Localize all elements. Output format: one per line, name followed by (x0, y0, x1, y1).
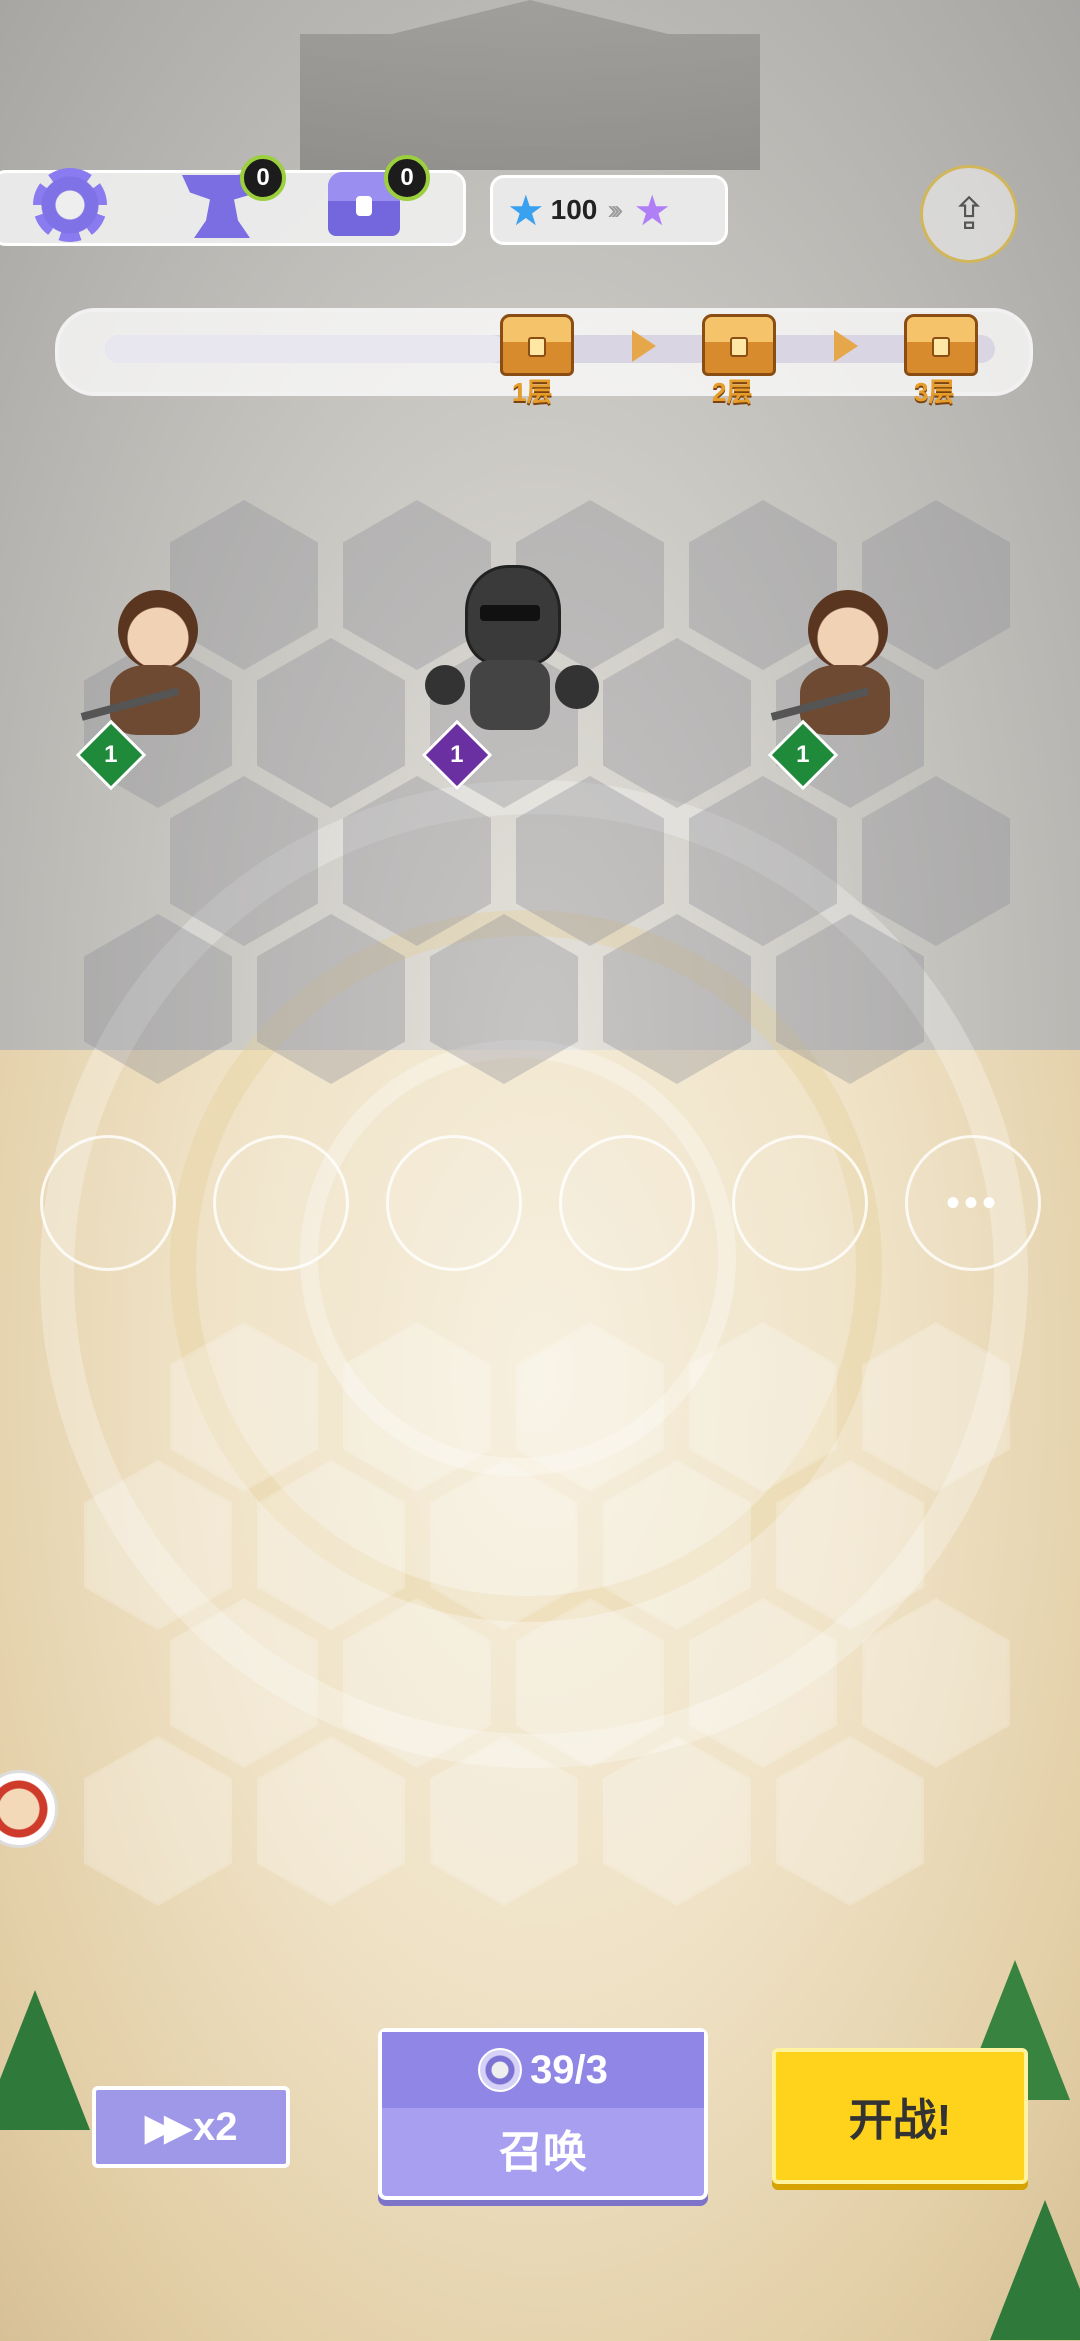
share-icon: ⇪ (950, 189, 988, 239)
enemy-archer-right[interactable] (770, 580, 920, 750)
speed-toggle-button[interactable]: ▶▶ x2 (92, 2086, 290, 2168)
stage-reward-chest[interactable] (500, 314, 574, 376)
stage-reward-chest[interactable] (702, 314, 776, 376)
enemy-archer-left[interactable] (80, 580, 230, 750)
knight-body (470, 660, 550, 730)
summon-button[interactable]: 39/3 召唤 (378, 2028, 708, 2200)
knight-visor (480, 605, 540, 621)
summon-cost-row: 39/3 (382, 2032, 704, 2108)
start-battle-label: 开战! (848, 2096, 952, 2145)
gauntlet-icon (425, 665, 465, 705)
settings-button[interactable] (33, 168, 107, 242)
bench-more-button[interactable]: ••• (905, 1135, 1041, 1271)
stage-label: 2层 (712, 377, 753, 407)
summon-coin-icon (478, 2048, 523, 2092)
archer-head (808, 590, 888, 670)
gear-icon (33, 168, 107, 242)
archer-head (118, 590, 198, 670)
anvil-count-badge: 0 (240, 155, 286, 201)
bench-slot[interactable] (559, 1135, 695, 1271)
stage-progress-fill (105, 335, 506, 363)
speed-label: x2 (192, 2104, 238, 2149)
tree-decoration (990, 2200, 1080, 2340)
tree-decoration (0, 1990, 90, 2130)
star-count: 100 (550, 194, 598, 225)
fast-forward-icon: ▶▶ (144, 2106, 194, 2149)
summon-cost: 39/3 (530, 2047, 608, 2092)
enemy-knight[interactable] (415, 550, 605, 750)
bench-slot[interactable] (40, 1135, 176, 1271)
stage-label: 3层 (914, 377, 955, 407)
purple-star-icon: ★ (633, 186, 672, 234)
bench-slot[interactable] (213, 1135, 349, 1271)
bench-slot[interactable] (386, 1135, 522, 1271)
chest-count-badge: 0 (384, 155, 430, 201)
arrow-right-icon (632, 330, 656, 362)
stage-label: 1层 (512, 377, 553, 407)
stage-reward-chest[interactable] (904, 314, 978, 376)
summon-label: 召唤 (499, 2128, 587, 2177)
arrow-right-icon (834, 330, 858, 362)
blue-star-icon: ★ (507, 186, 545, 234)
star-counter: ★ 100 ››› ★ (490, 175, 728, 245)
bench-slot[interactable] (732, 1135, 868, 1271)
share-button[interactable]: ⇪ (920, 165, 1018, 263)
chevrons-icon: ››› (607, 194, 623, 225)
start-battle-button[interactable]: 开战! (772, 2048, 1028, 2184)
gauntlet-icon (555, 665, 599, 709)
more-dots: ••• (945, 1180, 1000, 1225)
